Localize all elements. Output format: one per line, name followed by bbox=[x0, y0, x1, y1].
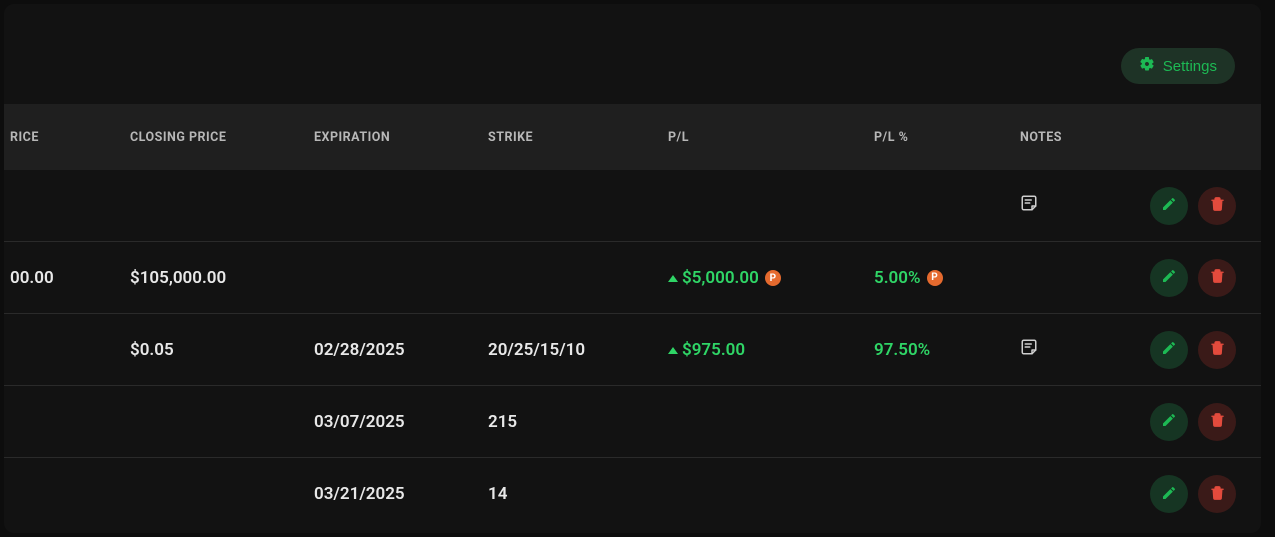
cell-actions bbox=[1150, 475, 1258, 513]
cell-price: 00.00 bbox=[10, 268, 130, 288]
pencil-icon bbox=[1161, 268, 1177, 287]
cell-closing-price: $0.05 bbox=[130, 340, 314, 360]
cell-actions bbox=[1150, 331, 1258, 369]
cell-strike: 20/25/15/10 bbox=[488, 340, 668, 360]
partial-badge: P bbox=[927, 270, 943, 286]
pl-pct-value: 5.00% bbox=[874, 268, 921, 288]
cell-actions bbox=[1150, 403, 1258, 441]
gear-icon bbox=[1139, 56, 1155, 76]
cell-pl-pct: 97.50% bbox=[874, 340, 1020, 360]
pencil-icon bbox=[1161, 340, 1177, 359]
edit-button[interactable] bbox=[1150, 403, 1188, 441]
col-price: RICE bbox=[10, 130, 130, 145]
partial-badge: P bbox=[765, 270, 781, 286]
cell-strike: 14 bbox=[488, 484, 668, 504]
table-header: RICE CLOSING PRICE EXPIRATION STRIKE P/L… bbox=[4, 104, 1261, 170]
table-body: 00.00$105,000.00 $5,000.00 P 5.00% P $0.0502/… bbox=[4, 170, 1261, 530]
cell-pl-pct: 5.00% P bbox=[874, 268, 1020, 288]
col-notes: NOTES bbox=[1020, 130, 1150, 145]
trash-icon bbox=[1210, 485, 1225, 504]
cell-expiration: 03/07/2025 bbox=[314, 412, 488, 432]
cell-pl: $975.00 bbox=[668, 339, 874, 361]
caret-up-icon bbox=[668, 347, 678, 354]
edit-button[interactable] bbox=[1150, 331, 1188, 369]
table-row bbox=[4, 170, 1261, 242]
pencil-icon bbox=[1161, 412, 1177, 431]
cell-pl: $5,000.00 P bbox=[668, 267, 874, 289]
cell-actions bbox=[1150, 259, 1258, 297]
trash-icon bbox=[1210, 196, 1225, 215]
cell-closing-price: $105,000.00 bbox=[130, 268, 314, 288]
trades-table: RICE CLOSING PRICE EXPIRATION STRIKE P/L… bbox=[4, 104, 1261, 530]
table-row: $0.0502/28/202520/25/15/10 $975.00 97.50% bbox=[4, 314, 1261, 386]
trades-panel: Settings RICE CLOSING PRICE EXPIRATION S… bbox=[4, 4, 1261, 533]
table-row: 03/07/2025215 bbox=[4, 386, 1261, 458]
table-row: 03/21/202514 bbox=[4, 458, 1261, 530]
cell-expiration: 02/28/2025 bbox=[314, 340, 488, 360]
trash-icon bbox=[1210, 340, 1225, 359]
pl-value: $975.00 bbox=[682, 340, 745, 360]
pl-value: $5,000.00 bbox=[682, 268, 759, 288]
col-expiration: EXPIRATION bbox=[314, 130, 488, 145]
delete-button[interactable] bbox=[1198, 259, 1236, 297]
caret-up-icon bbox=[668, 275, 678, 282]
edit-button[interactable] bbox=[1150, 259, 1188, 297]
pl-pct-value: 97.50% bbox=[874, 340, 930, 360]
cell-notes bbox=[1020, 338, 1150, 361]
cell-strike: 215 bbox=[488, 412, 668, 432]
trash-icon bbox=[1210, 412, 1225, 431]
settings-label: Settings bbox=[1163, 58, 1217, 75]
col-pl-pct: P/L % bbox=[874, 130, 1020, 145]
delete-button[interactable] bbox=[1198, 331, 1236, 369]
col-closing-price: CLOSING PRICE bbox=[130, 130, 314, 145]
delete-button[interactable] bbox=[1198, 403, 1236, 441]
cell-actions bbox=[1150, 187, 1258, 225]
table-row: 00.00$105,000.00 $5,000.00 P 5.00% P bbox=[4, 242, 1261, 314]
settings-button[interactable]: Settings bbox=[1121, 48, 1235, 84]
note-icon[interactable] bbox=[1020, 194, 1038, 217]
note-icon[interactable] bbox=[1020, 338, 1038, 361]
delete-button[interactable] bbox=[1198, 475, 1236, 513]
delete-button[interactable] bbox=[1198, 187, 1236, 225]
col-pl: P/L bbox=[668, 130, 874, 145]
edit-button[interactable] bbox=[1150, 187, 1188, 225]
edit-button[interactable] bbox=[1150, 475, 1188, 513]
pencil-icon bbox=[1161, 196, 1177, 215]
cell-expiration: 03/21/2025 bbox=[314, 484, 488, 504]
col-strike: STRIKE bbox=[488, 130, 668, 145]
toolbar: Settings bbox=[4, 4, 1261, 104]
pencil-icon bbox=[1161, 485, 1177, 504]
trash-icon bbox=[1210, 268, 1225, 287]
cell-notes bbox=[1020, 194, 1150, 217]
